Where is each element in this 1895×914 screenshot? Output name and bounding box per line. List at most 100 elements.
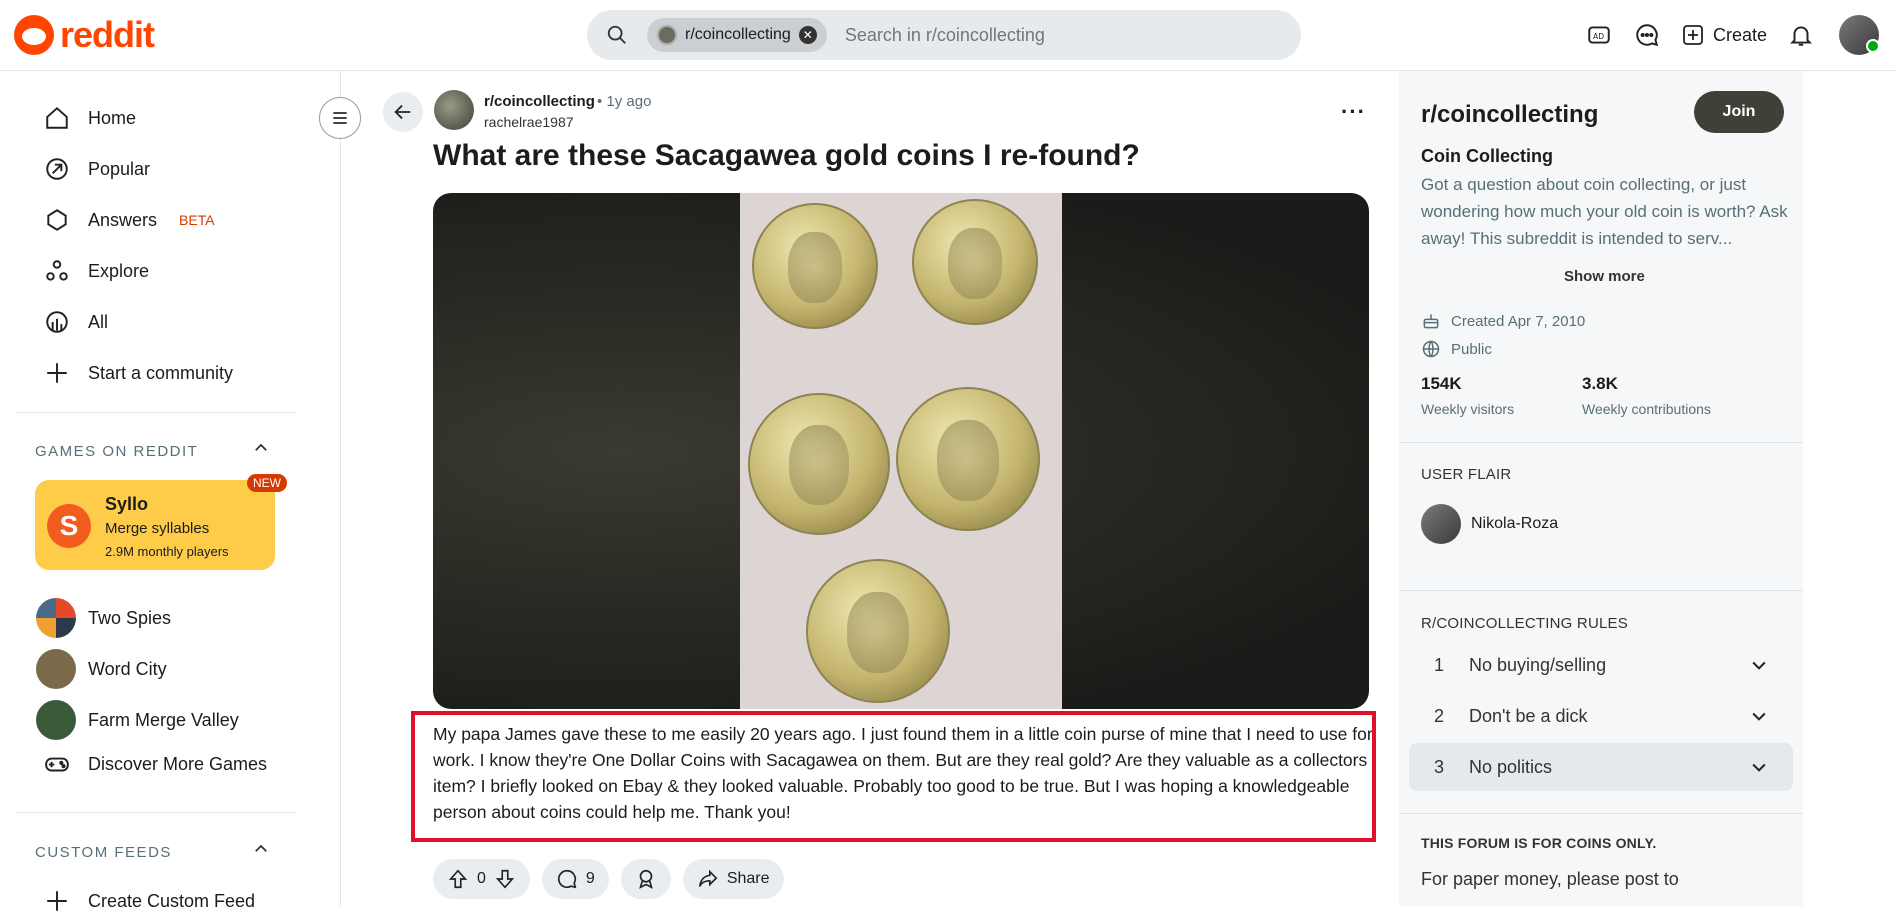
notifications-bell-icon[interactable]: [1777, 14, 1825, 56]
post-author[interactable]: rachelrae1987: [484, 114, 574, 130]
nav-popular[interactable]: Popular: [44, 156, 150, 182]
chip-label: r/coincollecting: [685, 26, 791, 43]
nav-home-label: Home: [88, 107, 137, 128]
cake-icon: [1423, 314, 1439, 329]
game-name: Syllo: [105, 494, 149, 514]
community-subtitle: Coin Collecting: [1421, 146, 1553, 166]
share-button[interactable]: Share: [682, 859, 784, 899]
chevron-down-icon: [1752, 661, 1766, 670]
coin-image: [752, 203, 878, 329]
games-section-title[interactable]: GAMES ON REDDIT: [35, 443, 198, 460]
nav-explore[interactable]: Explore: [44, 258, 149, 284]
nav-all[interactable]: All: [44, 309, 108, 335]
post-area: r/coincollecting • 1y ago rachelrae1987 …: [341, 71, 1399, 906]
vote-pill: 0: [433, 859, 530, 899]
visibility-label: Public: [1451, 340, 1492, 358]
game-players: 2.9M monthly players: [105, 544, 229, 559]
nav-start-community[interactable]: Start a community: [44, 360, 233, 386]
vote-count: 0: [477, 870, 486, 887]
subreddit-search-chip: r/coincollecting ✕: [647, 18, 827, 52]
forum-title: THIS FORUM IS FOR COINS ONLY.: [1421, 835, 1657, 851]
gamepad-icon: [45, 757, 69, 772]
sidebar-divider: [1399, 813, 1803, 814]
community-description: Got a question about coin collecting, or…: [1421, 175, 1788, 248]
chevron-down-icon: [1752, 763, 1766, 772]
clear-chip-icon[interactable]: ✕: [798, 26, 817, 44]
search-input[interactable]: [844, 24, 1245, 46]
comment-count: 9: [585, 870, 595, 887]
nav-answers[interactable]: Answers BETA: [44, 207, 215, 233]
subreddit-avatar[interactable]: [434, 90, 474, 130]
nav-explore-label: Explore: [88, 260, 150, 281]
user-avatar[interactable]: [1839, 15, 1880, 55]
game-item-word-city[interactable]: Word City: [36, 649, 167, 689]
rule-text: No buying/selling: [1469, 654, 1607, 675]
nav-home[interactable]: Home: [44, 105, 136, 131]
nav-answers-label: Answers: [88, 209, 158, 230]
subreddit-avatar-icon: [657, 25, 677, 45]
syllo-logo-icon: S: [47, 504, 91, 548]
game-label: Farm Merge Valley: [88, 709, 239, 730]
weekly-contributions-count: 3.8K: [1582, 374, 1618, 393]
beta-badge: BETA: [179, 212, 215, 228]
reddit-logo[interactable]: reddit: [14, 14, 155, 56]
rule-item[interactable]: 3 No politics: [1409, 743, 1793, 791]
rule-number: 1: [1433, 654, 1444, 675]
weekly-contributions-label: Weekly contributions: [1582, 401, 1711, 417]
comment-icon: [557, 869, 577, 889]
left-sidebar: Home Popular Answers BETA Explore All St…: [0, 71, 341, 911]
show-more-button[interactable]: Show more: [1564, 268, 1645, 285]
svg-text:AD: AD: [1593, 32, 1604, 41]
post-image[interactable]: [433, 193, 1369, 709]
rule-text: No politics: [1469, 756, 1553, 777]
award-icon: [639, 869, 653, 889]
game-subtitle: Merge syllables: [105, 520, 210, 537]
advertise-icon[interactable]: AD: [1575, 14, 1623, 56]
search-bar[interactable]: r/coincollecting ✕: [587, 10, 1301, 60]
game-item-two-spies[interactable]: Two Spies: [36, 598, 171, 638]
search-icon: [587, 10, 647, 60]
logo-text: reddit: [60, 14, 155, 55]
create-custom-feed[interactable]: Create Custom Feed: [44, 888, 255, 914]
created-date: Created Apr 7, 2010: [1421, 311, 1585, 331]
join-button[interactable]: Join: [1694, 91, 1784, 133]
coin-image: [912, 199, 1038, 325]
chat-icon[interactable]: [1623, 14, 1671, 56]
downvote-icon[interactable]: [494, 868, 516, 890]
explore-icon: [46, 260, 68, 281]
word-city-icon: [36, 649, 76, 689]
featured-game-card[interactable]: S Syllo Merge syllables 2.9M monthly pla…: [35, 474, 287, 570]
nav-start-community-label: Start a community: [88, 362, 234, 383]
rule-item[interactable]: 2 Don't be a dick: [1409, 692, 1793, 740]
upvote-icon[interactable]: [447, 868, 469, 890]
arrow-left-icon: [394, 104, 411, 120]
more-options-icon[interactable]: ···: [1341, 99, 1366, 125]
chevron-up-icon[interactable]: [252, 439, 270, 462]
created-label: Created Apr 7, 2010: [1451, 312, 1586, 330]
share-icon: [698, 869, 718, 887]
game-label: Two Spies: [88, 607, 172, 628]
coin-image: [896, 387, 1040, 531]
back-button[interactable]: [383, 92, 423, 132]
nav-divider: [16, 412, 296, 413]
game-item-farm-merge-valley[interactable]: Farm Merge Valley: [36, 700, 239, 740]
new-badge: NEW: [247, 474, 287, 492]
flair-username[interactable]: Nikola-Roza: [1471, 515, 1558, 533]
home-icon: [46, 106, 68, 129]
create-button[interactable]: Create: [1671, 14, 1777, 56]
rules-title: R/COINCOLLECTING RULES: [1421, 615, 1628, 632]
top-right-actions: AD Create: [1575, 14, 1895, 56]
nav-popular-label: Popular: [88, 158, 151, 179]
top-bar: reddit r/coincollecting ✕ AD Create: [0, 0, 1895, 71]
chevron-up-icon[interactable]: [252, 840, 270, 863]
award-button[interactable]: [620, 859, 671, 899]
collapse-sidebar-button[interactable]: [319, 97, 361, 139]
globe-icon: [1422, 340, 1440, 358]
custom-feeds-title[interactable]: CUSTOM FEEDS: [35, 844, 172, 861]
nav-all-label: All: [88, 311, 109, 332]
create-label: Create: [1712, 24, 1767, 45]
discover-more-games[interactable]: Discover More Games: [44, 751, 267, 777]
rule-item[interactable]: 1 No buying/selling: [1409, 641, 1793, 689]
comments-button[interactable]: 9: [541, 859, 609, 899]
post-subreddit[interactable]: r/coincollecting: [484, 93, 595, 110]
